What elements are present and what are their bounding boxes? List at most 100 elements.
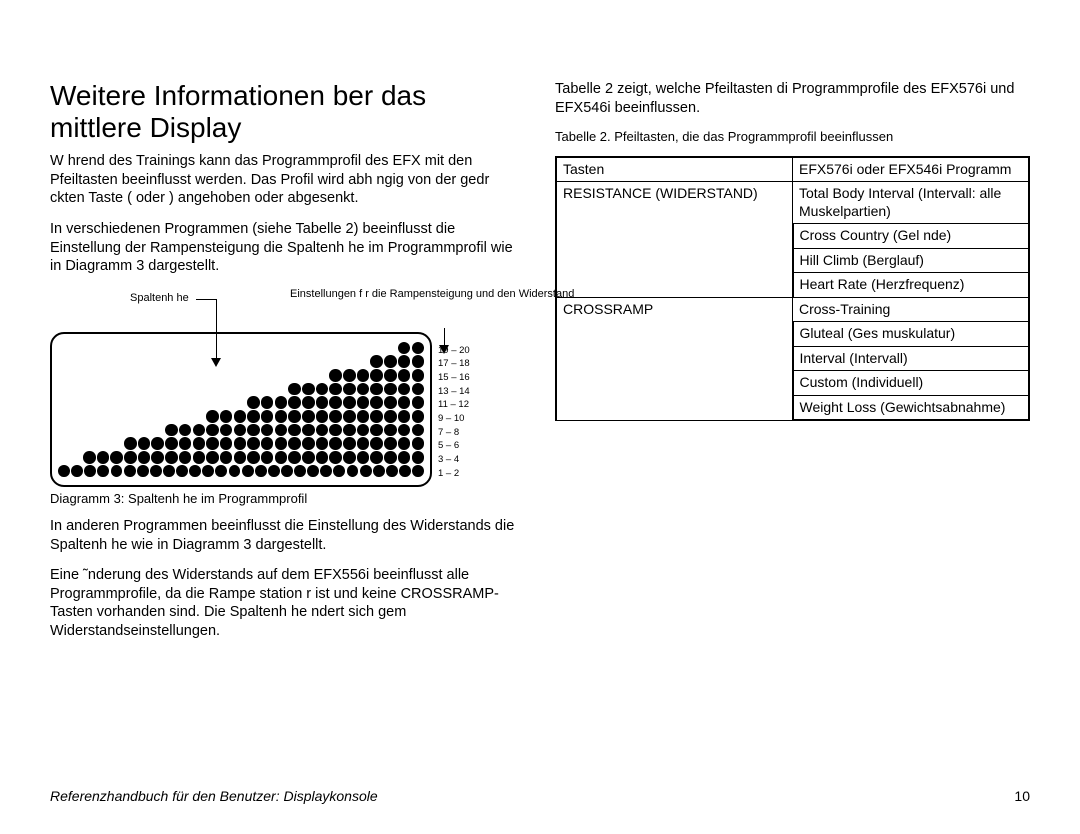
dot-icon [84, 465, 96, 478]
two-column-layout: Weitere Informationen ber das mittlere D… [50, 80, 1030, 652]
dot-icon [275, 451, 288, 464]
dot-icon [412, 424, 425, 437]
dot-icon [357, 369, 370, 382]
dot-icon [316, 437, 329, 450]
dot-icon [138, 437, 151, 450]
dot-icon [412, 396, 425, 409]
dot-icon [384, 437, 397, 450]
dot-icon [343, 383, 356, 396]
dot-icon [357, 410, 370, 423]
diagram-body: 19 – 2017 – 1815 – 1613 – 1411 – 129 – 1… [50, 332, 525, 487]
dot-icon [412, 342, 425, 355]
dot-icon [329, 424, 342, 437]
dot-icon [242, 465, 254, 478]
page-footer: Referenzhandbuch für den Benutzer: Displ… [50, 788, 1030, 804]
diagram-frame [50, 332, 432, 487]
dot-icon [343, 424, 356, 437]
dot-icon [234, 437, 247, 450]
dot-icon [343, 410, 356, 423]
dot-icon [220, 451, 233, 464]
dot-icon [288, 383, 301, 396]
dot-icon [179, 437, 192, 450]
dot-icon [398, 342, 411, 355]
dot-icon [329, 369, 342, 382]
dot-icon [329, 396, 342, 409]
dot-icon [370, 355, 383, 368]
dot-icon [370, 396, 383, 409]
paragraph: Tabelle 2 zeigt, welche Pfeiltasten di P… [555, 80, 1030, 117]
dot-icon [384, 396, 397, 409]
diagram-row [58, 410, 424, 423]
diagram-row [58, 424, 424, 437]
dot-icon [247, 424, 260, 437]
dot-icon [347, 465, 359, 478]
dot-icon [412, 451, 425, 464]
dot-icon [398, 437, 411, 450]
dot-icon [206, 410, 219, 423]
dot-icon [234, 410, 247, 423]
dot-icon [111, 465, 123, 478]
dot-icon [302, 451, 315, 464]
dot-icon [294, 465, 306, 478]
dot-icon [343, 437, 356, 450]
dot-icon [370, 369, 383, 382]
table-cell: Cross-Training [793, 297, 1030, 322]
dot-icon [288, 437, 301, 450]
dot-icon [370, 383, 383, 396]
dot-icon [398, 424, 411, 437]
diagram-labels: Spaltenh he Einstellungen f r die Rampen… [50, 288, 525, 332]
dot-icon [189, 465, 201, 478]
dot-icon [261, 451, 274, 464]
scale-label: 11 – 12 [438, 398, 470, 412]
dot-icon [83, 451, 96, 464]
table-cell: Weight Loss (Gewichtsabnahme) [793, 395, 1030, 420]
diagram-caption: Diagramm 3: Spaltenh he im Programmprofi… [50, 491, 525, 508]
diagram-row [58, 355, 424, 368]
dot-icon [179, 424, 192, 437]
dot-icon [343, 396, 356, 409]
dot-icon [150, 465, 162, 478]
dot-icon [412, 355, 425, 368]
dot-icon [124, 465, 136, 478]
dot-icon [275, 410, 288, 423]
left-column: Weitere Informationen ber das mittlere D… [50, 80, 525, 652]
dot-icon [151, 451, 164, 464]
table-cell: Cross Country (Gel nde) [793, 224, 1030, 249]
dot-icon [58, 465, 70, 478]
dot-icon [281, 465, 293, 478]
dot-icon [316, 424, 329, 437]
dot-icon [261, 410, 274, 423]
dot-icon [71, 465, 83, 478]
dot-icon [398, 355, 411, 368]
dot-icon [316, 396, 329, 409]
dot-icon [399, 465, 411, 478]
dot-icon [329, 383, 342, 396]
dot-icon [343, 369, 356, 382]
diagram-row [58, 342, 424, 355]
dot-icon [302, 437, 315, 450]
table-row: CROSSRAMPCross-Training [556, 297, 1029, 322]
dot-icon [320, 465, 332, 478]
diagram-row [58, 465, 424, 478]
dot-icon [302, 383, 315, 396]
dot-icon [333, 465, 345, 478]
dot-icon [288, 410, 301, 423]
scale-label: 9 – 10 [438, 412, 470, 426]
diagram-row [58, 451, 424, 464]
dot-icon [124, 451, 137, 464]
diagram-row [58, 369, 424, 382]
dot-icon [357, 451, 370, 464]
dot-icon [124, 437, 137, 450]
dot-icon [247, 437, 260, 450]
dot-icon [215, 465, 227, 478]
dot-icon [110, 451, 123, 464]
dot-icon [275, 437, 288, 450]
paragraph: W hrend des Trainings kann das Programmp… [50, 152, 525, 208]
dot-icon [398, 369, 411, 382]
dot-icon [384, 410, 397, 423]
dot-icon [316, 383, 329, 396]
dot-icon [302, 424, 315, 437]
arrow-down-icon [439, 345, 449, 354]
right-column: Tabelle 2 zeigt, welche Pfeiltasten di P… [555, 80, 1030, 652]
dot-icon [206, 451, 219, 464]
